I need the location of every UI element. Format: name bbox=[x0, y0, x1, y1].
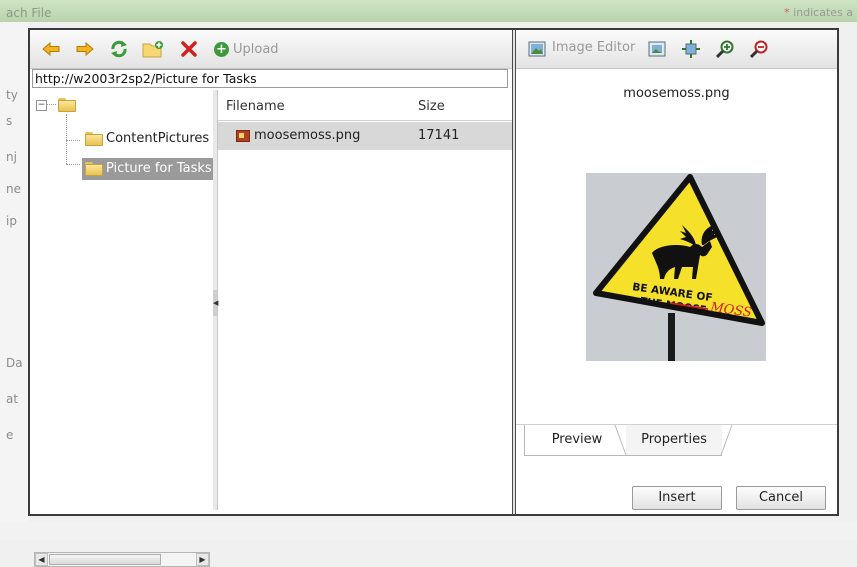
scroll-thumb[interactable] bbox=[49, 554, 161, 565]
tree-item-contentpictures[interactable]: ContentPictures bbox=[82, 128, 213, 150]
file-manager-dialog: + Upload http://w2003r2sp2/Picture for T… bbox=[28, 28, 839, 567]
zoom-in-icon[interactable] bbox=[714, 38, 736, 60]
page-label: ty bbox=[6, 88, 18, 102]
image-toolbar: Image Editor bbox=[516, 30, 837, 69]
cancel-button[interactable]: Cancel bbox=[736, 486, 826, 510]
insert-button[interactable]: Insert bbox=[632, 486, 722, 510]
actual-size-icon[interactable] bbox=[680, 38, 702, 60]
file-browser-pane: + Upload http://w2003r2sp2/Picture for T… bbox=[30, 30, 512, 567]
folder-tree: − ContentPictures Picture for Tasks ◀ ▶ bbox=[30, 90, 214, 567]
scroll-left-icon[interactable]: ◀ bbox=[35, 553, 48, 566]
file-toolbar: + Upload bbox=[30, 30, 512, 69]
tab-preview[interactable]: Preview bbox=[524, 425, 629, 456]
required-note: * indicates a bbox=[784, 6, 853, 19]
folder-icon bbox=[85, 162, 103, 176]
required-star: * bbox=[784, 6, 790, 19]
tree-connector bbox=[46, 104, 56, 105]
page-label: nj bbox=[6, 150, 17, 164]
fit-image-icon[interactable] bbox=[646, 38, 668, 60]
page-label: e bbox=[6, 428, 14, 442]
tab-properties[interactable]: Properties bbox=[626, 425, 722, 456]
tree-item-label: ContentPictures bbox=[106, 131, 210, 146]
collapse-arrow-icon[interactable]: ◀ bbox=[213, 290, 218, 316]
page-title: ach File bbox=[6, 6, 52, 20]
tree-connector bbox=[66, 164, 80, 165]
preview-tabs: Preview Properties bbox=[516, 424, 837, 465]
table-row[interactable]: moosemoss.png 17141 bbox=[218, 122, 512, 150]
file-size: 17141 bbox=[418, 128, 460, 143]
new-folder-icon[interactable] bbox=[142, 38, 164, 60]
path-field[interactable]: http://w2003r2sp2/Picture for Tasks bbox=[32, 69, 508, 88]
page-label: at bbox=[6, 392, 19, 406]
delete-icon[interactable] bbox=[178, 38, 200, 60]
image-editor-label[interactable]: Image Editor bbox=[552, 40, 635, 55]
upload-icon: + bbox=[214, 41, 229, 57]
tree-connector bbox=[66, 114, 67, 164]
page-header: ach File * indicates a bbox=[0, 0, 857, 22]
column-filename[interactable]: Filename bbox=[226, 99, 285, 114]
page-label: Da bbox=[6, 356, 23, 370]
image-file-icon bbox=[236, 130, 250, 142]
file-name: moosemoss.png bbox=[254, 128, 361, 143]
upload-label: Upload bbox=[233, 41, 279, 57]
page-footer bbox=[0, 522, 857, 540]
tree-connector bbox=[66, 140, 80, 141]
preview-filename: moosemoss.png bbox=[623, 86, 730, 101]
collapse-toggle-icon[interactable]: − bbox=[36, 100, 47, 111]
refresh-icon[interactable] bbox=[108, 38, 130, 60]
tree-item-label: Picture for Tasks bbox=[106, 161, 212, 176]
image-editor-icon[interactable] bbox=[526, 38, 548, 60]
file-list-header: Filename Size bbox=[218, 90, 512, 121]
page-label: ip bbox=[6, 214, 17, 228]
root-folder-icon[interactable] bbox=[58, 98, 76, 112]
preview-pane: Image Editor moosemoss.png BE AWARE OF T… bbox=[516, 30, 837, 514]
page-label: ne bbox=[6, 182, 21, 196]
tree-horizontal-scrollbar[interactable]: ◀ ▶ bbox=[34, 552, 210, 567]
file-list: Filename Size moosemoss.png 17141 bbox=[218, 90, 512, 510]
folder-icon bbox=[85, 132, 103, 146]
preview-image: BE AWARE OF THE MOOSE MOSS bbox=[586, 173, 766, 361]
scroll-right-icon[interactable]: ▶ bbox=[196, 553, 209, 566]
column-size[interactable]: Size bbox=[418, 99, 445, 114]
tree-item-picture-for-tasks[interactable]: Picture for Tasks bbox=[82, 158, 214, 180]
zoom-out-icon[interactable] bbox=[748, 38, 770, 60]
required-note-text: indicates a bbox=[793, 6, 853, 19]
back-arrow-icon[interactable] bbox=[40, 38, 62, 60]
forward-arrow-icon[interactable] bbox=[74, 38, 96, 60]
page-label: s bbox=[6, 114, 13, 128]
upload-button[interactable]: + Upload bbox=[214, 38, 279, 60]
